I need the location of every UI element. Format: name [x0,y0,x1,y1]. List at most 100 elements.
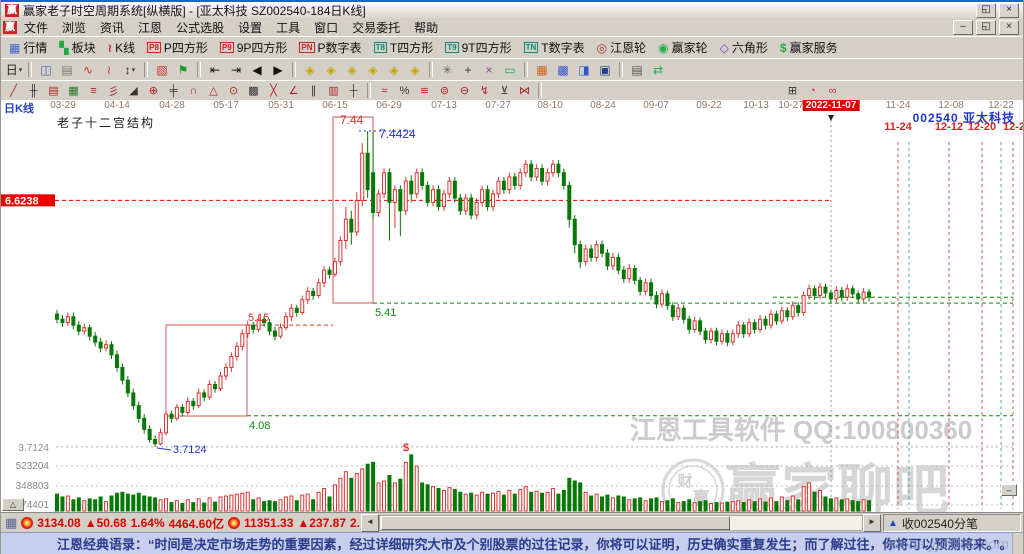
draw-parallel-button[interactable]: ∥ [304,83,323,98]
price-annotation: 3.7124 [173,444,207,456]
draw-fan-lines-button[interactable]: 彡 [104,83,123,98]
draw-wave-button[interactable]: ≈ [375,83,394,98]
toolbar-9p-square[interactable]: P99P四方形 [215,38,292,57]
menu-item-7[interactable]: 工具 [269,18,307,37]
toolbar-gann-wheel[interactable]: ◎江恩轮 [592,38,652,57]
draw-bolt-button[interactable]: ↯ [475,83,494,98]
tool-calendar-button[interactable]: ▦ [532,61,552,78]
toolbar-quotes[interactable]: ▦行情 [4,38,52,57]
draw-percent-button[interactable]: % [395,83,414,98]
tool-last-page-button[interactable]: ⇥ [226,61,246,78]
tool-period-day-button[interactable]: 日▾ [4,61,24,78]
draw-triangle-button[interactable]: △ [204,83,223,98]
toolbar-separator [197,62,201,77]
tool-notebook-button[interactable]: ▤ [57,61,77,78]
draw-cycle-button[interactable]: ⊙ [224,83,243,98]
draw-arc-button[interactable]: ∩ [184,83,203,98]
child-restore-button[interactable]: ◱ [976,20,996,35]
child-close-button[interactable]: × [999,20,1019,35]
menu-item-9[interactable]: 交易委托 [345,18,407,37]
draw-band-button[interactable]: ▥ [324,83,343,98]
draw-levels-button[interactable]: ≡ [84,83,103,98]
draw-pie-button[interactable]: ◔ [803,83,822,98]
scrollbar-track[interactable] [379,515,863,531]
tool-cut-tool-button[interactable]: × [479,61,499,78]
tool-kline-style-2-button[interactable]: ≀ [99,61,119,78]
tool-gann-diamond-6-button[interactable]: ◈ [405,61,425,78]
draw-gann-circle-button[interactable]: ⊕ [144,83,163,98]
menu-item-6[interactable]: 设置 [231,18,269,37]
tick-status-button[interactable]: ▲ 收002540分笔 [883,514,1021,532]
tool-calculator-button[interactable]: ▩ [553,61,573,78]
tool-first-page-button[interactable]: ⇤ [205,61,225,78]
tool-window-switch-button[interactable]: ◫ [36,61,56,78]
tool-gann-diamond-4-button[interactable]: ◈ [363,61,383,78]
candlestick-chart[interactable]: 财赢江恩工具软件 QQ:100800360赢家聊吧523204348803174… [1,112,1024,512]
toolbar-9t-square[interactable]: T99T四方形 [440,38,516,57]
sh-index-pct: 1.64% [131,516,165,530]
toolbar-t-number-table[interactable]: TNT数字表 [519,38,590,57]
menu-item-4[interactable]: 江恩 [131,18,169,37]
toolbar-t-square[interactable]: T8T四方形 [369,38,439,57]
toolbar-p-square-label: P四方形 [164,39,208,56]
toolbar-p-square[interactable]: P8P四方形 [142,38,213,57]
menu-item-5[interactable]: 公式选股 [169,18,231,37]
toolbar-separator [367,83,371,98]
tool-kline-style-1-button[interactable]: ∿ [78,61,98,78]
draw-ratio-button[interactable]: ≌ [415,83,434,98]
restore-button[interactable]: ◱ [976,3,996,18]
menu-item-3[interactable]: 资讯 [93,18,131,37]
scale-minus-button[interactable]: – [1001,484,1017,496]
tool-scale-toggle-button[interactable]: ↕▾ [120,61,140,78]
menu-item-2[interactable]: 浏览 [55,18,93,37]
menu-item-1[interactable]: 文件 [17,18,55,37]
toolbar-kline[interactable]: ≀K线 [103,38,141,57]
tool-gann-diamond-1-button[interactable]: ◈ [300,61,320,78]
scrollbar-thumb[interactable] [381,516,730,530]
tool-hand-tool-button[interactable]: ✳ [437,61,457,78]
toolbar-winner-service[interactable]: $赢家服务 [775,38,843,57]
menu-item-8[interactable]: 窗口 [307,18,345,37]
draw-hatch-button[interactable]: ╫ [24,83,43,98]
toolbar-p-number-table[interactable]: PNP数字表 [294,38,366,57]
draw-wedge-button[interactable]: ◢ [124,83,143,98]
draw-rails-button[interactable]: ╪ [164,83,183,98]
close-button[interactable]: × [999,3,1019,18]
draw-grid-cross-button[interactable]: ┼ [344,83,363,98]
volume-collapse-button[interactable]: △ [2,498,24,511]
tool-gann-diamond-5-button[interactable]: ◈ [384,61,404,78]
tool-transfer-button[interactable]: ⇄ [648,61,668,78]
draw-shade-button[interactable]: ▩ [244,83,263,98]
draw-gann-grid-button[interactable]: ▤ [44,83,63,98]
tool-measure-tool-button[interactable]: ▭ [500,61,520,78]
draw-trend-line-button[interactable]: ╱ [4,83,23,98]
draw-minus-circle-button[interactable]: ⊖ [455,83,474,98]
draw-xor-button[interactable]: ⊻ [495,83,514,98]
draw-target-button[interactable]: ⊜ [435,83,454,98]
menu-item-10[interactable]: 帮助 [407,18,445,37]
child-minimize-button[interactable]: – [953,20,973,35]
market-grid-icon[interactable]: ▦ [5,515,17,531]
tool-print-button[interactable]: ▤ [627,61,647,78]
scroll-left-arrow[interactable]: ◄ [361,514,379,532]
tool-gann-diamond-3-button[interactable]: ◈ [342,61,362,78]
toolbar-sectors[interactable]: ▚板块 [54,38,100,57]
toolbar-hexagon[interactable]: ◇六角形 [715,38,773,57]
tool-save-layout-button[interactable]: ◨ [574,61,594,78]
tool-crosshair-tool-button[interactable]: + [458,61,478,78]
draw-infinity-button[interactable]: ∞ [823,83,842,98]
draw-bowtie-button[interactable]: ⋈ [515,83,534,98]
toolbar-winner-wheel[interactable]: ◉赢家轮 [653,38,713,57]
tool-save-button[interactable]: ▣ [595,61,615,78]
tool-next-page-button[interactable]: ▶ [268,61,288,78]
draw-cross-lines-button[interactable]: ╳ [264,83,283,98]
scroll-right-arrow[interactable]: ► [863,514,881,532]
draw-angle-button[interactable]: ∠ [284,83,303,98]
tool-prev-page-button[interactable]: ◀ [247,61,267,78]
tool-flag-tool-button[interactable]: ⚑ [173,61,193,78]
draw-grid-window-button[interactable]: ⊞ [783,83,802,98]
tool-region-tool-button[interactable]: ▧ [152,61,172,78]
horizontal-scrollbar[interactable]: ◄ ► [361,515,881,531]
draw-gann-box-button[interactable]: ▦ [64,83,83,98]
tool-gann-diamond-2-button[interactable]: ◈ [321,61,341,78]
